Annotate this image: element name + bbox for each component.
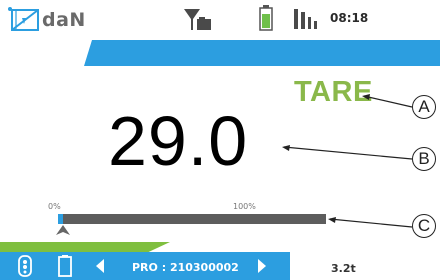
- battery-icon: [259, 5, 273, 31]
- bluetooth-device-icon[interactable]: [18, 255, 32, 277]
- progress-min-label: 0%: [48, 202, 61, 211]
- progress-marker-icon: [56, 225, 70, 235]
- callout-a: A: [412, 95, 436, 119]
- callout-b: B: [412, 147, 436, 171]
- small-battery-icon[interactable]: [58, 255, 72, 277]
- brand-logo: daN: [4, 4, 94, 34]
- next-icon[interactable]: [256, 258, 268, 274]
- crane-logo-icon: [8, 7, 39, 31]
- clock: 08:18: [330, 11, 369, 25]
- signal-icon: [184, 9, 211, 30]
- weight-reading: 29.0: [108, 102, 249, 180]
- tare-indicator: TARE: [294, 76, 373, 108]
- pro-serial-label: PRO : 210300002: [132, 261, 239, 274]
- callout-c: C: [412, 214, 436, 238]
- capacity-label: 3.2t: [331, 262, 356, 275]
- load-progress-bar: [58, 214, 326, 224]
- brand-name: daN: [42, 9, 86, 31]
- header-ribbon: [84, 40, 440, 66]
- load-progress-fill: [58, 214, 64, 224]
- prev-icon[interactable]: [94, 258, 106, 274]
- progress-max-label: 100%: [233, 202, 256, 211]
- signal-bars-icon: [294, 9, 317, 29]
